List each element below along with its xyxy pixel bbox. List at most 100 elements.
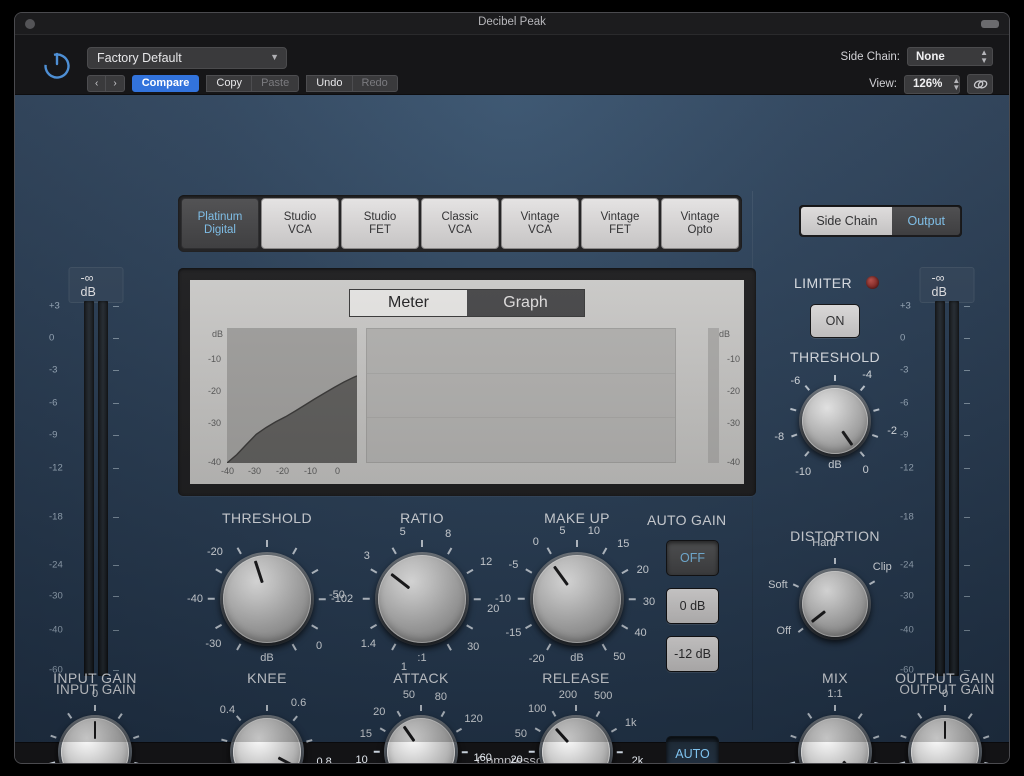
auto-release-button[interactable]: AUTO bbox=[666, 736, 719, 763]
release-scale-label: 2k bbox=[631, 754, 644, 764]
knee-scale-label: 0.8 bbox=[316, 756, 332, 764]
makeup-knob[interactable] bbox=[528, 550, 626, 648]
model-tab-4[interactable]: Classic VCA bbox=[421, 198, 499, 249]
copy-button[interactable]: Copy bbox=[206, 75, 252, 92]
output_gain-scale-tick bbox=[983, 735, 990, 739]
tab-meter[interactable]: Meter bbox=[350, 290, 467, 316]
makeup-scale-label: -20 bbox=[528, 652, 545, 665]
meter-tick-mark bbox=[113, 337, 119, 339]
model-tab-2[interactable]: Studio VCA bbox=[261, 198, 339, 249]
model-tab-line2: FET bbox=[369, 223, 391, 236]
stepper-icon: ▲ ▼ bbox=[952, 75, 961, 92]
input-meter-scale: +3 0 -3 -6 -9 -12 -18 -24 -30 -40 -60 bbox=[41, 300, 151, 676]
paste-button[interactable]: Paste bbox=[251, 75, 300, 92]
auto-gain-minus12db-button[interactable]: -12 dB bbox=[666, 636, 719, 672]
tab-graph[interactable]: Graph bbox=[467, 290, 584, 316]
limiter-on-button[interactable]: ON bbox=[810, 304, 860, 338]
ratio-scale-tick bbox=[466, 624, 474, 630]
y-tick-right: -20 bbox=[726, 386, 740, 396]
output-meter-scale: +3 0 -3 -6 -9 -12 -18 -24 -30 -40 -60 bbox=[892, 300, 1002, 676]
view-zoom-select[interactable]: 126% ▲ ▼ bbox=[904, 74, 961, 94]
preset-select[interactable]: Factory Default ▼ bbox=[87, 47, 287, 69]
compare-button[interactable]: Compare bbox=[131, 75, 200, 92]
output_gain-scale-tick bbox=[899, 761, 906, 763]
sidechain-select[interactable]: None ▲ ▼ bbox=[907, 47, 993, 66]
model-tab-line1: Studio bbox=[283, 210, 317, 223]
plugin-window: Decibel Peak Factory Default ▼ ‹ › Compa… bbox=[14, 12, 1010, 764]
right-axis-unit: dB bbox=[718, 329, 730, 339]
mix-scale-tick bbox=[857, 713, 863, 719]
plugin-toolbar: Factory Default ▼ ‹ › Compare Copy Paste… bbox=[15, 35, 1009, 95]
release-scale-label: 100 bbox=[528, 702, 547, 715]
meter-tick-mark bbox=[113, 564, 119, 566]
threshold-scale-tick bbox=[266, 540, 268, 547]
meter-tick-label: 0 bbox=[900, 332, 906, 344]
window-resize-handle[interactable] bbox=[981, 20, 999, 28]
model-tab-7[interactable]: Vintage Opto bbox=[661, 198, 739, 249]
meter-tick-mark bbox=[964, 516, 970, 518]
output_gain-scale-tick bbox=[900, 735, 907, 739]
limiter_threshold-scale-label: -6 bbox=[790, 375, 801, 388]
release-scale-label: 20 bbox=[510, 754, 523, 764]
ratio-scale-label: 5 bbox=[399, 525, 406, 538]
limiter_threshold-scale-tick bbox=[790, 408, 797, 412]
y-tick: -40 bbox=[208, 457, 222, 467]
prev-preset-button[interactable]: ‹ bbox=[87, 75, 106, 92]
ratio-scale-label: 30 bbox=[467, 640, 480, 653]
meter-tick-label: 0 bbox=[49, 332, 55, 344]
threshold-scale-tick bbox=[208, 598, 215, 600]
input_gain-scale-tick bbox=[133, 735, 140, 739]
meter-tick-label: -12 bbox=[900, 462, 914, 474]
distortion-knob[interactable] bbox=[797, 566, 873, 642]
mix-scale-label: 1:1 bbox=[827, 688, 843, 700]
auto-gain-0db-button[interactable]: 0 dB bbox=[666, 588, 719, 624]
tab-side-chain[interactable]: Side Chain bbox=[801, 207, 893, 235]
model-tab-3[interactable]: Studio FET bbox=[341, 198, 419, 249]
plugin-body: Platinum Digital Studio VCA Studio FET Classic… bbox=[15, 95, 1009, 763]
attack-scale-tick bbox=[379, 727, 386, 733]
attack-scale-tick bbox=[456, 727, 463, 733]
display-screen: Meter Graph dB dB -10 -20 -30 -40 -10 -2… bbox=[190, 280, 744, 484]
power-icon[interactable] bbox=[41, 49, 73, 81]
mix-scale-tick bbox=[873, 735, 880, 739]
next-preset-button[interactable]: › bbox=[105, 75, 125, 92]
transfer-curve-plot bbox=[227, 328, 357, 463]
model-tab-5[interactable]: Vintage VCA bbox=[501, 198, 579, 249]
meter-tick-mark bbox=[113, 305, 119, 307]
makeup-scale-tick bbox=[525, 568, 533, 574]
distortion-scale-label: Soft bbox=[768, 579, 788, 592]
meter-tick-label: +3 bbox=[900, 300, 911, 311]
limiter_threshold-knob[interactable] bbox=[797, 383, 873, 459]
makeup-scale-tick bbox=[546, 643, 552, 651]
distortion-scale-label: Hard bbox=[812, 536, 837, 549]
ratio-scale-label: 8 bbox=[445, 528, 452, 541]
ratio-scale-tick bbox=[391, 547, 397, 555]
attack-scale-label: 120 bbox=[464, 713, 483, 726]
model-tab-1[interactable]: Platinum Digital bbox=[181, 198, 259, 249]
limiter_threshold-scale-label: -4 bbox=[862, 369, 872, 382]
release-scale-tick bbox=[551, 710, 557, 717]
redo-button[interactable]: Redo bbox=[351, 75, 398, 92]
auto-gain-off-button[interactable]: OFF bbox=[666, 540, 719, 576]
meter-tick-mark bbox=[964, 370, 970, 372]
link-icon[interactable] bbox=[967, 74, 993, 94]
meter-tick-label: -18 bbox=[49, 511, 63, 523]
model-tab-line1: Classic bbox=[441, 210, 479, 223]
model-tab-line2: Opto bbox=[687, 223, 713, 236]
view-row: View: 126% ▲ ▼ bbox=[869, 74, 993, 94]
meter-tick-label: -24 bbox=[49, 559, 63, 571]
threshold-knob[interactable] bbox=[218, 550, 316, 648]
left-axis-unit: dB bbox=[212, 329, 224, 339]
chevron-down-icon: ▼ bbox=[270, 52, 279, 62]
model-tab-6[interactable]: Vintage FET bbox=[581, 198, 659, 249]
meter-tick-mark bbox=[113, 370, 119, 372]
ratio-knob[interactable] bbox=[373, 550, 471, 648]
attack-scale-tick bbox=[396, 710, 402, 717]
tab-output[interactable]: Output bbox=[892, 207, 960, 235]
meter-tick-mark bbox=[964, 435, 970, 437]
undo-button[interactable]: Undo bbox=[306, 75, 352, 92]
attack-scale-label: 20 bbox=[373, 705, 386, 718]
makeup-scale-label: -10 bbox=[495, 593, 511, 605]
y-tick-right: -40 bbox=[726, 457, 740, 467]
